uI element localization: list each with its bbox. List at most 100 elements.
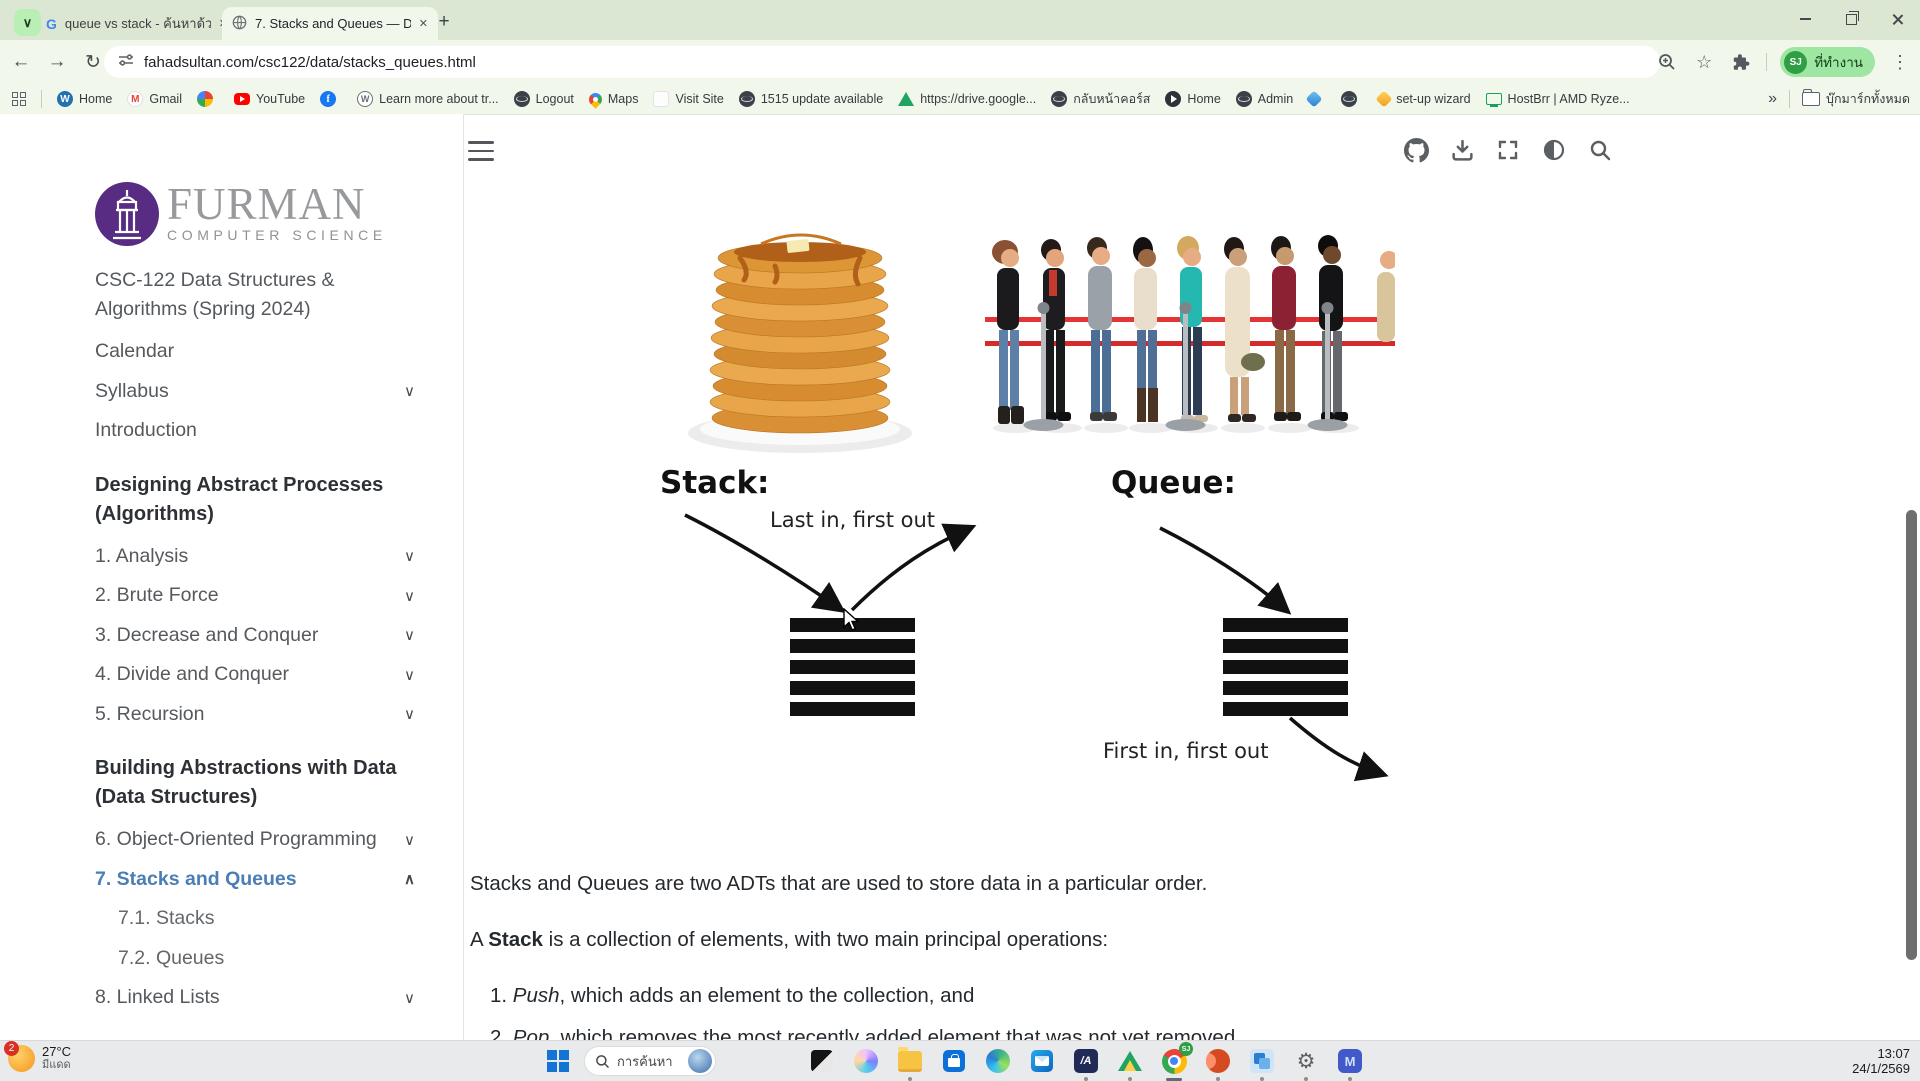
bookmark-item[interactable]: Admin bbox=[1236, 91, 1293, 107]
search-icon[interactable] bbox=[1587, 137, 1613, 163]
powerpoint-button[interactable] bbox=[1204, 1047, 1232, 1075]
person bbox=[1087, 237, 1117, 421]
search-highlight-image bbox=[688, 1049, 712, 1073]
sidebar-item-brute-force[interactable]: 2. Brute Force∨ bbox=[95, 576, 415, 616]
chevron-down-icon[interactable]: ∨ bbox=[404, 705, 415, 723]
edge-icon bbox=[986, 1049, 1010, 1073]
forward-button[interactable]: → bbox=[42, 47, 72, 77]
extensions-puzzle-icon[interactable] bbox=[1729, 50, 1753, 74]
sidebar-item-calendar[interactable]: Calendar bbox=[95, 332, 415, 372]
bookmark-item[interactable]: Visit Site bbox=[653, 91, 723, 107]
github-icon[interactable] bbox=[1403, 137, 1429, 163]
site-settings-icon[interactable] bbox=[118, 52, 134, 73]
bookmark-item[interactable]: YouTube bbox=[234, 92, 305, 106]
back-button[interactable]: ← bbox=[6, 47, 36, 77]
outlook-button[interactable] bbox=[1028, 1047, 1056, 1075]
stack-queue-diagram: Stack: Queue: Last in, first out First i… bbox=[640, 455, 1460, 800]
bookmark-item[interactable]: Learn more about tr... bbox=[357, 91, 499, 107]
bookmark-item[interactable]: https://drive.google... bbox=[898, 92, 1036, 106]
zoom-icon[interactable] bbox=[1655, 50, 1679, 74]
google-drive-button[interactable] bbox=[1116, 1047, 1144, 1075]
bookmark-item[interactable]: Home bbox=[57, 91, 112, 107]
microsoft-store-button[interactable] bbox=[940, 1047, 968, 1075]
browser-tab-active[interactable]: 7. Stacks and Queues — Data S ✕ bbox=[222, 7, 438, 40]
copilot-button[interactable] bbox=[852, 1047, 880, 1075]
fullscreen-icon[interactable] bbox=[1495, 137, 1521, 163]
chevron-down-icon[interactable]: ∨ bbox=[404, 547, 415, 565]
chevron-down-icon[interactable]: ∨ bbox=[404, 989, 415, 1007]
stack-label: Stack: bbox=[660, 465, 769, 501]
new-tab-button[interactable]: + bbox=[430, 8, 458, 36]
bookmarks-overflow-icon[interactable]: » bbox=[1768, 90, 1777, 108]
restore-button[interactable] bbox=[1828, 0, 1874, 38]
page-scrollbar-thumb[interactable] bbox=[1906, 510, 1917, 960]
sidebar-item-queues[interactable]: 7.2. Queues bbox=[95, 939, 415, 979]
download-icon[interactable] bbox=[1449, 137, 1475, 163]
chevron-down-icon[interactable]: ∨ bbox=[404, 382, 415, 400]
browser-tab-inactive[interactable]: G queue vs stack - ค้นหาด้วย Goog ✕ bbox=[36, 7, 238, 40]
ia-app-button[interactable] bbox=[1072, 1047, 1100, 1075]
chrome-button[interactable]: SJ bbox=[1160, 1047, 1188, 1075]
furman-logo[interactable]: FURMAN COMPUTER SCIENCE bbox=[95, 182, 415, 246]
sidebar-item-linked-lists[interactable]: 8. Linked Lists∨ bbox=[95, 978, 415, 1018]
weather-widget[interactable]: 2 27°C มีแดด bbox=[8, 1044, 71, 1072]
bookmark-item[interactable]: Maps bbox=[589, 92, 639, 106]
chevron-down-icon[interactable]: ∨ bbox=[404, 587, 415, 605]
close-window-button[interactable] bbox=[1874, 0, 1920, 38]
sidebar-item-introduction[interactable]: Introduction bbox=[95, 411, 415, 451]
bookmark-item[interactable] bbox=[320, 91, 342, 107]
bookmark-item[interactable] bbox=[1341, 91, 1363, 107]
bookmark-item[interactable]: Gmail bbox=[127, 91, 182, 107]
chevron-up-icon[interactable]: ∧ bbox=[404, 870, 415, 888]
sidebar-item-analysis[interactable]: 1. Analysis∨ bbox=[95, 537, 415, 577]
browser-menu-kebab-icon[interactable]: ⋮ bbox=[1888, 50, 1912, 74]
gear-icon bbox=[1297, 1049, 1316, 1074]
sidebar-item-oop[interactable]: 6. Object-Oriented Programming∨ bbox=[95, 820, 415, 860]
bookmark-item[interactable] bbox=[197, 91, 219, 107]
taskbar-apps: SJ bbox=[808, 1047, 1364, 1075]
bookmark-item[interactable]: HostBrr | AMD Ryze... bbox=[1486, 91, 1630, 107]
chevron-down-icon[interactable]: ∨ bbox=[404, 666, 415, 684]
bookmark-item[interactable]: Logout bbox=[514, 91, 574, 107]
divider bbox=[1789, 90, 1790, 108]
taskbar-clock[interactable]: 13:07 24/1/2569 bbox=[1852, 1046, 1910, 1076]
windows-taskbar: 2 27°C มีแดด การค้นหา SJ bbox=[0, 1040, 1920, 1081]
settings-button[interactable] bbox=[1292, 1047, 1320, 1075]
sidebar-item-divide-and-conquer[interactable]: 4. Divide and Conquer∨ bbox=[95, 655, 415, 695]
bookmark-item[interactable] bbox=[1308, 93, 1326, 105]
sidebar-toggle-hamburger-icon[interactable] bbox=[468, 141, 494, 161]
start-button[interactable] bbox=[540, 1046, 576, 1076]
bookmark-item[interactable]: กลับหน้าคอร์ส bbox=[1051, 89, 1150, 109]
chevron-down-icon[interactable]: ∨ bbox=[404, 831, 415, 849]
sidebar-item-stacks-and-queues[interactable]: 7. Stacks and Queues∧ bbox=[95, 860, 415, 900]
close-icon[interactable]: ✕ bbox=[419, 17, 428, 30]
all-bookmarks-button[interactable]: บุ๊กมาร์กทั้งหมด bbox=[1802, 89, 1910, 109]
m-app-button[interactable] bbox=[1336, 1047, 1364, 1075]
apps-grid-icon[interactable] bbox=[12, 92, 26, 106]
stack-caption: Last in, first out bbox=[770, 508, 935, 532]
bookmark-item[interactable]: Home bbox=[1165, 91, 1220, 107]
file-explorer-button[interactable] bbox=[896, 1047, 924, 1075]
blue-panes-app-button[interactable] bbox=[1248, 1047, 1276, 1075]
address-bar[interactable]: fahadsultan.com/csc122/data/stacks_queue… bbox=[104, 46, 1660, 78]
sidebar-item-stacks[interactable]: 7.1. Stacks bbox=[95, 899, 415, 939]
sidebar-item-recursion[interactable]: 5. Recursion∨ bbox=[95, 695, 415, 735]
edge-button[interactable] bbox=[984, 1047, 1012, 1075]
window-controls bbox=[1782, 0, 1920, 38]
profile-chip[interactable]: SJ ที่ทำงาน bbox=[1780, 47, 1875, 77]
sidebar-item-course-title[interactable]: CSC-122 Data Structures & Algorithms (Sp… bbox=[95, 266, 415, 324]
bookmark-item[interactable]: set-up wizard bbox=[1378, 92, 1470, 106]
logo-text-secondary: COMPUTER SCIENCE bbox=[167, 227, 387, 243]
globe-favicon-icon bbox=[232, 15, 247, 33]
dark-mode-contrast-icon[interactable] bbox=[1541, 137, 1567, 163]
clock-date: 24/1/2569 bbox=[1852, 1061, 1910, 1076]
chevron-down-icon[interactable]: ∨ bbox=[404, 626, 415, 644]
sidebar-item-decrease-and-conquer[interactable]: 3. Decrease and Conquer∨ bbox=[95, 616, 415, 656]
bookmark-item[interactable]: 1515 update available bbox=[739, 91, 883, 107]
task-view-button[interactable] bbox=[808, 1047, 836, 1075]
minimize-button[interactable] bbox=[1782, 0, 1828, 38]
sidebar-item-syllabus[interactable]: Syllabus∨ bbox=[95, 372, 415, 412]
bookmark-star-icon[interactable]: ☆ bbox=[1692, 50, 1716, 74]
taskbar-search[interactable]: การค้นหา bbox=[584, 1046, 716, 1076]
person bbox=[992, 240, 1024, 424]
